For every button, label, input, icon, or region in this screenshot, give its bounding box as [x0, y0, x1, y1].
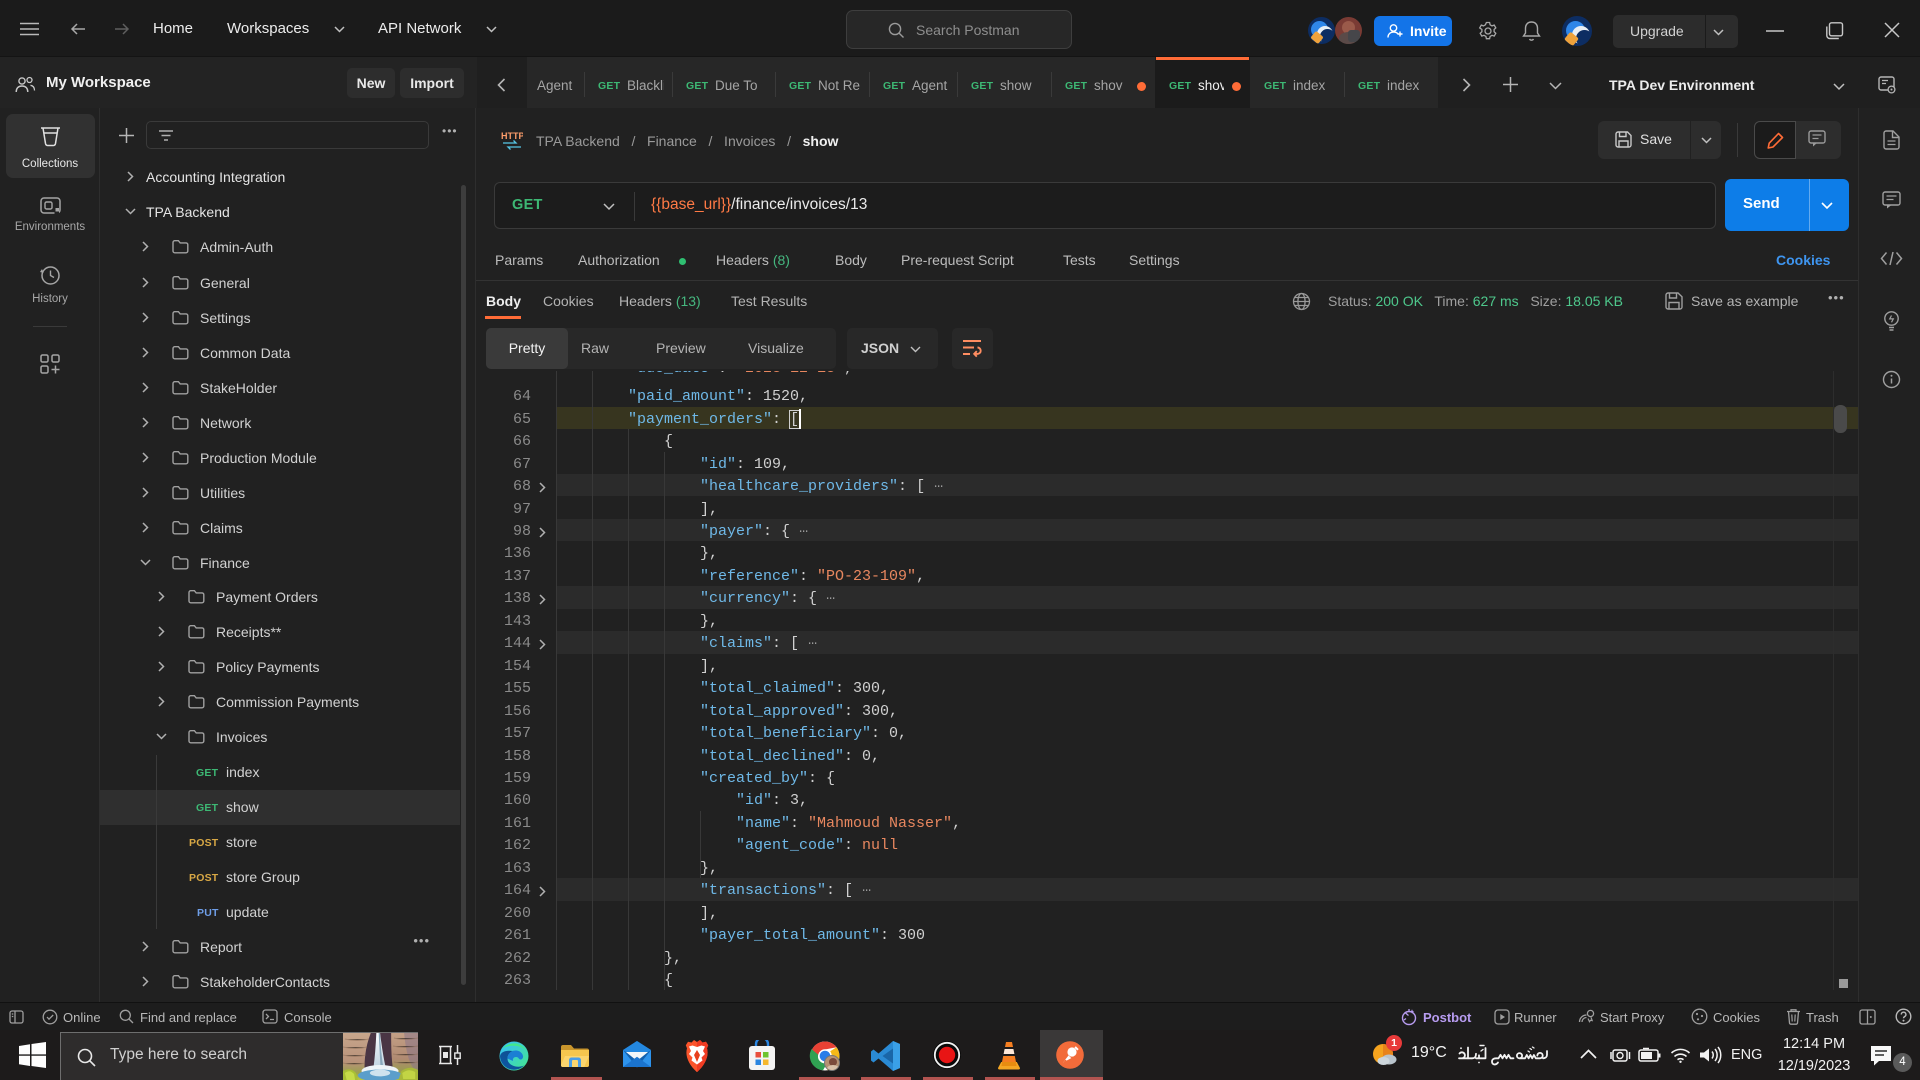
- svg-text:HTTP: HTTP: [501, 131, 523, 141]
